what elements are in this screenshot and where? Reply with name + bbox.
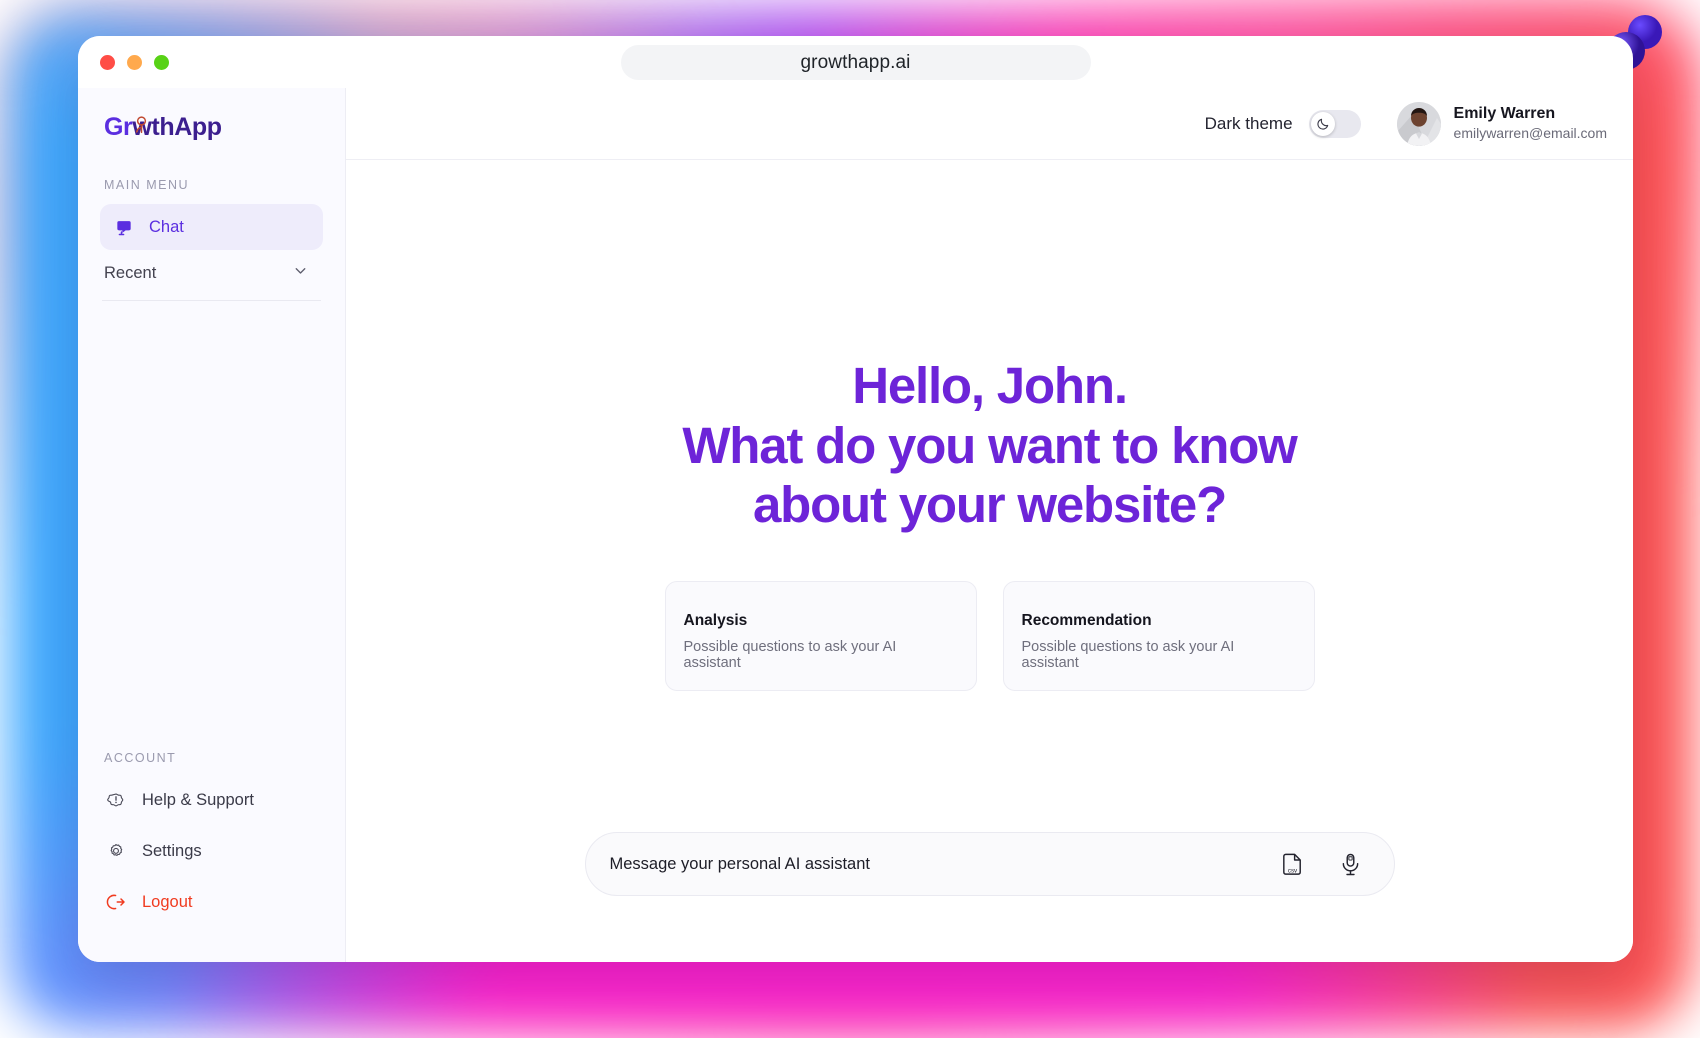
page-title: Hello, John. What do you want to know ab… xyxy=(682,356,1298,535)
suggestion-card-recommendation[interactable]: Recommendation Possible questions to ask… xyxy=(1002,580,1315,691)
message-input[interactable] xyxy=(609,854,1276,874)
chat-canvas: Hello, John. What do you want to know ab… xyxy=(346,160,1633,962)
chevron-down-icon xyxy=(292,262,309,284)
app-shell: Gr wthApp MAIN MENU Chat Recent ACCOUNT … xyxy=(78,88,1633,962)
sidebar-item-settings[interactable]: Settings xyxy=(100,828,323,874)
avatar xyxy=(1396,101,1441,146)
main-area: Dark theme Emily Warren emilywarren@emai… xyxy=(346,88,1633,962)
sidebar: Gr wthApp MAIN MENU Chat Recent ACCOUNT … xyxy=(78,88,346,962)
moon-icon xyxy=(1316,118,1328,130)
suggestion-card-subtitle: Possible questions to ask your AI assist… xyxy=(683,638,897,671)
logout-arrow-icon xyxy=(106,892,126,912)
sidebar-item-help-support-label: Help & Support xyxy=(142,790,254,809)
suggestion-card-title: Analysis xyxy=(683,611,748,629)
browser-window: growthapp.ai Gr wthApp MAIN MENU Chat Re… xyxy=(78,15,1662,962)
sidebar-item-settings-label: Settings xyxy=(142,841,202,860)
dark-theme-label: Dark theme xyxy=(1204,113,1293,133)
user-profile[interactable]: Emily Warren emilywarren@email.com xyxy=(1396,101,1607,146)
composer-wrapper: csv xyxy=(584,832,1395,896)
page-title-line2: What do you want to know xyxy=(682,416,1298,474)
browser-titlebar: growthapp.ai xyxy=(78,36,1633,88)
sidebar-item-chat[interactable]: Chat xyxy=(100,204,323,250)
suggestion-card-subtitle: Possible questions to ask your AI assist… xyxy=(1021,638,1235,671)
sidebar-item-logout-label: Logout xyxy=(142,892,193,911)
sidebar-item-chat-label: Chat xyxy=(149,217,184,236)
toggle-knob xyxy=(1310,111,1335,136)
sidebar-item-help-support[interactable]: Help & Support xyxy=(100,777,323,823)
sidebar-item-logout[interactable]: Logout xyxy=(100,879,323,925)
window-minimize-button[interactable] xyxy=(127,54,142,70)
app-logo[interactable]: Gr wthApp xyxy=(100,88,323,166)
window-close-button[interactable] xyxy=(100,54,115,70)
chat-bubble-icon xyxy=(114,217,134,237)
sidebar-item-recent[interactable]: Recent xyxy=(100,250,323,296)
gear-icon xyxy=(106,841,126,861)
address-bar[interactable]: growthapp.ai xyxy=(620,45,1091,80)
sidebar-section-main-menu: MAIN MENU xyxy=(104,178,190,192)
sidebar-account-block: ACCOUNT Help & Support Settings Logout xyxy=(100,739,323,962)
message-composer: csv xyxy=(584,832,1395,896)
dark-theme-toggle[interactable] xyxy=(1308,109,1361,138)
suggestion-card-analysis[interactable]: Analysis Possible questions to ask your … xyxy=(664,580,977,691)
help-badge-icon xyxy=(106,790,126,810)
page-title-line3: about your website? xyxy=(752,476,1227,534)
logo-text-part1: Gr xyxy=(104,112,133,141)
csv-file-icon[interactable]: csv xyxy=(1276,847,1310,881)
page-title-line1: Hello, John. xyxy=(852,357,1128,414)
window-zoom-button[interactable] xyxy=(154,54,169,70)
top-bar: Dark theme Emily Warren emilywarren@emai… xyxy=(346,88,1633,160)
profile-name: Emily Warren xyxy=(1453,105,1556,123)
screen: growthapp.ai Gr wthApp MAIN MENU Chat Re… xyxy=(0,0,1700,1038)
sidebar-section-account: ACCOUNT xyxy=(104,751,177,765)
address-bar-url: growthapp.ai xyxy=(800,51,911,73)
suggestion-cards: Analysis Possible questions to ask your … xyxy=(664,580,1315,691)
suggestion-card-title: Recommendation xyxy=(1021,611,1152,629)
microphone-icon[interactable] xyxy=(1334,847,1368,881)
svg-text:csv: csv xyxy=(1288,867,1298,874)
profile-text: Emily Warren emilywarren@email.com xyxy=(1454,104,1607,142)
magnifier-person-icon xyxy=(135,116,147,134)
profile-email: emilywarren@email.com xyxy=(1453,124,1607,141)
window-controls xyxy=(100,54,169,70)
sidebar-item-recent-label: Recent xyxy=(104,263,157,282)
